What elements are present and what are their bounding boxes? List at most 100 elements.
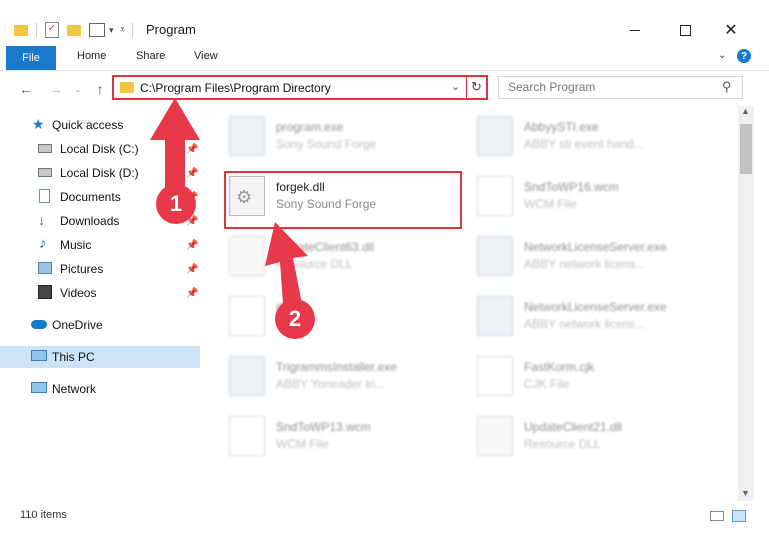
file-description: WCM File xyxy=(276,437,329,451)
file-icon xyxy=(477,176,513,216)
search-input[interactable]: Search Program ⚲ xyxy=(498,76,743,99)
tab-home[interactable]: Home xyxy=(77,50,106,62)
maximize-icon xyxy=(679,24,691,36)
cloud-icon xyxy=(31,320,47,329)
dll-icon xyxy=(229,236,265,276)
file-description: ABBY Yoneader tri... xyxy=(276,377,386,391)
scrollbar-thumb[interactable] xyxy=(740,124,752,174)
music-icon: ♪ xyxy=(39,235,47,252)
exe-icon xyxy=(229,116,265,156)
tiles-view-icon[interactable] xyxy=(732,510,746,522)
list-item[interactable]: NetworkLicenseServer.exe ABBY network li… xyxy=(477,234,717,284)
pictures-icon xyxy=(38,262,52,274)
close-button[interactable]: ✕ xyxy=(708,18,754,42)
minimize-icon xyxy=(630,29,640,31)
help-icon[interactable]: ? xyxy=(737,49,751,63)
sidebar-item-videos[interactable]: Videos 📌 xyxy=(0,282,200,304)
network-icon xyxy=(31,382,47,393)
file-icon xyxy=(477,356,513,396)
list-item[interactable]: TrigrammsInstaller.exe ABBY Yoneader tri… xyxy=(229,354,469,404)
sidebar-item-local-disk-d[interactable]: Local Disk (D:) 📌 xyxy=(0,162,200,184)
tab-share[interactable]: Share xyxy=(136,50,165,62)
sidebar-item-pictures[interactable]: Pictures 📌 xyxy=(0,258,200,280)
file-name: FastKorm.cjk xyxy=(524,360,595,374)
sidebar-item-quick-access[interactable]: ★ Quick access xyxy=(0,114,200,136)
sidebar-item-label: Network xyxy=(52,382,97,396)
chevron-down-icon[interactable]: ⌄ xyxy=(451,80,460,93)
sidebar-item-onedrive[interactable]: OneDrive xyxy=(0,314,200,336)
refresh-icon[interactable]: ↻ xyxy=(471,79,482,95)
videos-icon xyxy=(38,285,52,299)
exe-icon xyxy=(477,296,513,336)
forward-button[interactable]: → xyxy=(46,79,66,99)
file-description: ABBY sti event hand... xyxy=(524,137,644,151)
sidebar-item-network[interactable]: Network xyxy=(0,378,200,400)
recent-locations-button[interactable]: ⌄ xyxy=(68,79,88,99)
properties-icon[interactable]: ✓ xyxy=(45,22,59,38)
sidebar-item-label: OneDrive xyxy=(52,318,103,332)
search-placeholder: Search Program xyxy=(508,80,596,94)
chevron-down-icon[interactable]: ⌄ xyxy=(718,50,726,61)
sidebar-item-label: Downloads xyxy=(60,214,120,228)
maximize-button[interactable] xyxy=(662,18,708,42)
divider xyxy=(466,77,467,98)
sidebar-item-label: Documents xyxy=(60,190,121,204)
list-item[interactable]: FastKorm.cjk CJK File xyxy=(477,354,717,404)
list-item[interactable]: NetworkLicenseServer.exe ABBY network li… xyxy=(477,294,717,344)
divider xyxy=(131,23,133,37)
address-path[interactable]: C:\Program Files\Program Directory xyxy=(140,81,331,95)
file-name: SndToWP16.wcm xyxy=(524,180,619,194)
drive-icon xyxy=(38,144,52,153)
scrollbar[interactable]: ▲ ▼ xyxy=(738,106,754,501)
sidebar-item-local-disk-c[interactable]: Local Disk (C:) 📌 xyxy=(0,138,200,160)
pin-icon[interactable]: 📌 xyxy=(186,144,198,155)
arrow-right-icon: → xyxy=(49,81,63,97)
list-item[interactable]: UpdateClient63.dll Resource DLL xyxy=(229,234,469,284)
back-button[interactable]: ← xyxy=(16,79,36,99)
file-name: SndToWP13.wcm xyxy=(276,420,371,434)
chevron-down-icon[interactable]: ▾ xyxy=(109,25,114,36)
list-item[interactable]: SndToWP16.wcm WCM File xyxy=(477,174,717,224)
close-icon: ✕ xyxy=(724,22,738,39)
sidebar-item-this-pc[interactable]: This PC xyxy=(0,346,200,368)
documents-icon xyxy=(39,189,50,203)
minimize-button[interactable] xyxy=(612,18,658,42)
file-name: AbbyySTI.exe xyxy=(524,120,599,134)
pin-icon[interactable]: 📌 xyxy=(186,168,198,179)
up-button[interactable]: ↑ xyxy=(90,79,110,99)
list-item[interactable]: SndToWP13.wcm WCM File xyxy=(229,414,469,464)
file-description: WCM File xyxy=(524,197,577,211)
sidebar-item-music[interactable]: ♪ Music 📌 xyxy=(0,234,200,256)
tab-file[interactable]: File xyxy=(6,46,56,70)
star-icon: ★ xyxy=(32,116,45,132)
folder-icon xyxy=(120,82,134,93)
tab-view[interactable]: View xyxy=(194,50,218,62)
exe-icon xyxy=(229,356,265,396)
pin-icon[interactable]: 📌 xyxy=(186,264,198,275)
file-name: UpdateClient21.dll xyxy=(524,420,623,434)
new-folder-icon[interactable] xyxy=(67,24,81,36)
sidebar-item-label: Local Disk (C:) xyxy=(60,142,139,156)
address-bar[interactable]: C:\Program Files\Program Directory ⌄ ↻ xyxy=(112,75,488,100)
arrow-up-icon: ↑ xyxy=(96,81,104,97)
list-item[interactable]: program.exe Sony Sound Forge xyxy=(229,114,469,164)
list-item[interactable]: AbbyySTI.exe ABBY sti event hand... xyxy=(477,114,717,164)
pin-icon[interactable]: 📌 xyxy=(186,288,198,299)
dll-icon xyxy=(477,416,513,456)
list-item[interactable]: d3d9 xyxy=(229,294,469,344)
callout-badge-2: 2 xyxy=(275,299,315,339)
file-name: TrigrammsInstaller.exe xyxy=(276,360,397,374)
customize-icon[interactable] xyxy=(89,23,105,37)
file-description: ABBY network licens... xyxy=(524,257,646,271)
details-view-icon[interactable] xyxy=(710,511,724,521)
status-bar: 110 items xyxy=(0,504,769,535)
folder-icon[interactable] xyxy=(14,24,28,36)
chevron-down-icon[interactable]: ▼ xyxy=(741,488,750,498)
pin-icon[interactable]: 📌 xyxy=(186,240,198,251)
arrow-left-icon: ← xyxy=(19,81,33,97)
dropdown-icon[interactable]: ⩡ xyxy=(120,24,126,37)
sidebar-item-label: This PC xyxy=(52,350,95,364)
file-description: ABBY network licens... xyxy=(524,317,646,331)
chevron-up-icon[interactable]: ▲ xyxy=(741,106,750,116)
list-item[interactable]: UpdateClient21.dll Resource DLL xyxy=(477,414,717,464)
